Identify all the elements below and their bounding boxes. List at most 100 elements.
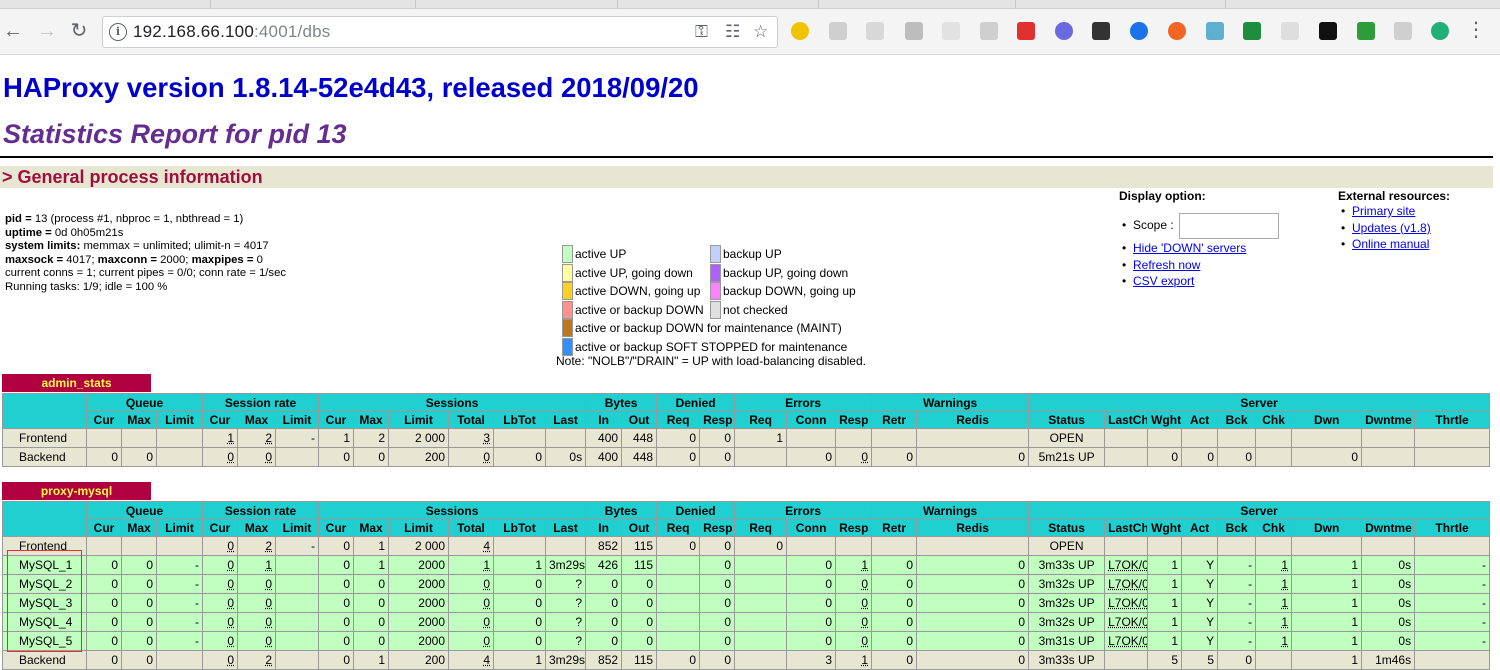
proxy-name[interactable]: admin_stats [2, 374, 151, 392]
hover-detail[interactable]: 1 [1281, 577, 1288, 591]
table-cell[interactable]: 2 [237, 536, 276, 556]
hover-detail[interactable]: 0 [227, 539, 234, 553]
row-name[interactable]: MySQL_5 [2, 631, 87, 651]
forward-arrow-icon[interactable]: → [34, 18, 60, 44]
hover-detail[interactable]: L7OK/0 in 2ms [1108, 596, 1147, 610]
table-cell[interactable]: 0 [237, 612, 276, 632]
table-cell[interactable]: 0 [237, 447, 276, 467]
extension-icon[interactable] [980, 22, 998, 40]
info-icon[interactable]: i [109, 23, 127, 41]
table-cell[interactable]: 0 [202, 574, 238, 594]
proxy-name[interactable]: proxy-mysql [2, 482, 151, 500]
table-cell[interactable]: 1 [1255, 631, 1293, 651]
hover-detail[interactable]: 0 [227, 450, 234, 464]
hover-detail[interactable]: 0 [265, 450, 272, 464]
extension-icon[interactable] [1319, 22, 1337, 40]
table-cell[interactable]: 4 [448, 536, 494, 556]
browser-tab[interactable] [617, 0, 618, 9]
hover-detail[interactable]: 0 [861, 634, 868, 648]
hover-detail[interactable]: 1 [265, 558, 272, 572]
extension-icon[interactable] [1168, 22, 1186, 40]
hover-detail[interactable]: 0 [861, 615, 868, 629]
hover-detail[interactable]: L7OK/0 in 0ms [1108, 634, 1147, 648]
table-cell[interactable]: 0 [237, 631, 276, 651]
table-cell[interactable]: 0 [835, 612, 873, 632]
hover-detail[interactable]: 0 [227, 596, 234, 610]
csv-export-link[interactable]: CSV export [1133, 274, 1194, 288]
browser-tab[interactable] [818, 0, 819, 9]
row-name[interactable]: Backend [2, 447, 87, 467]
hover-detail[interactable]: 0 [483, 596, 490, 610]
browser-menu-icon[interactable]: ⋮ [1466, 19, 1486, 41]
extension-icon[interactable] [1431, 22, 1449, 40]
hover-detail[interactable]: L7OK/0 in 0ms [1108, 577, 1147, 591]
hover-detail[interactable]: 0 [265, 615, 272, 629]
table-cell[interactable]: L7OK/0 in 0ms [1104, 631, 1149, 651]
hover-detail[interactable]: 1 [1281, 558, 1288, 572]
hover-detail[interactable]: 1 [1281, 615, 1288, 629]
browser-tab[interactable] [1225, 0, 1226, 9]
table-cell[interactable]: 0 [237, 593, 276, 613]
address-bar[interactable]: i 192.168.66.100:4001/dbs ⚿ ☷ ☆ [102, 16, 778, 48]
table-cell[interactable]: 1 [835, 555, 873, 575]
table-cell[interactable]: 4 [448, 650, 494, 670]
table-cell[interactable]: 0 [202, 447, 238, 467]
table-cell[interactable]: 0 [835, 631, 873, 651]
hover-detail[interactable]: 0 [265, 577, 272, 591]
table-cell[interactable]: 0 [237, 574, 276, 594]
table-cell[interactable]: 0 [202, 536, 238, 556]
table-cell[interactable]: 1 [1255, 612, 1293, 632]
table-cell[interactable]: 0 [448, 612, 494, 632]
table-cell[interactable]: 3 [448, 428, 494, 448]
hover-detail[interactable]: 1 [861, 653, 868, 667]
hover-detail[interactable]: L7OK/0 in 0ms [1108, 558, 1147, 572]
hover-detail[interactable]: 0 [861, 450, 868, 464]
extension-icon[interactable] [1206, 22, 1224, 40]
table-cell[interactable]: 0 [202, 612, 238, 632]
row-name[interactable]: MySQL_2 [2, 574, 87, 594]
key-icon[interactable]: ⚿ [695, 22, 708, 42]
star-bookmark-icon[interactable]: ☆ [753, 22, 768, 42]
back-arrow-icon[interactable]: ← [0, 18, 26, 44]
extension-icon[interactable] [1130, 22, 1148, 40]
hover-detail[interactable]: 4 [483, 539, 490, 553]
row-name[interactable]: Frontend [2, 536, 87, 556]
row-name[interactable]: Frontend [2, 428, 87, 448]
refresh-link[interactable]: Refresh now [1133, 258, 1200, 272]
table-cell[interactable]: 1 [835, 650, 873, 670]
table-cell[interactable]: 1 [448, 555, 494, 575]
table-cell[interactable]: L7OK/0 in 0ms [1104, 574, 1149, 594]
hover-detail[interactable]: 0 [483, 577, 490, 591]
hover-detail[interactable]: 0 [227, 653, 234, 667]
browser-tab[interactable] [1015, 0, 1016, 9]
extension-icon[interactable] [1092, 22, 1110, 40]
hover-detail[interactable]: 1 [1281, 596, 1288, 610]
row-name[interactable]: MySQL_1 [2, 555, 87, 575]
extension-icon[interactable] [1281, 22, 1299, 40]
table-cell[interactable]: 0 [835, 574, 873, 594]
hover-detail[interactable]: 0 [227, 558, 234, 572]
table-cell[interactable]: 0 [835, 593, 873, 613]
hover-detail[interactable]: 2 [265, 431, 272, 445]
translate-icon[interactable]: ☷ [725, 22, 740, 42]
table-cell[interactable]: 1 [1255, 574, 1293, 594]
hover-detail[interactable]: 2 [265, 539, 272, 553]
extension-icon[interactable] [942, 22, 960, 40]
table-cell[interactable]: 2 [237, 428, 276, 448]
browser-tab[interactable] [210, 0, 211, 9]
table-cell[interactable]: 0 [448, 593, 494, 613]
table-cell[interactable]: 1 [1255, 555, 1293, 575]
table-cell[interactable]: 0 [202, 650, 238, 670]
extension-icon[interactable] [866, 22, 884, 40]
updates-link[interactable]: Updates (v1.8) [1352, 221, 1431, 235]
extension-icon[interactable] [1394, 22, 1412, 40]
table-cell[interactable]: L7OK/0 in 2ms [1104, 593, 1149, 613]
extension-icon[interactable] [1055, 22, 1073, 40]
extension-icon[interactable] [829, 22, 847, 40]
primary-site-link[interactable]: Primary site [1352, 204, 1415, 218]
hover-detail[interactable]: 0 [483, 615, 490, 629]
hover-detail[interactable]: 1 [227, 431, 234, 445]
hover-detail[interactable]: 2 [265, 653, 272, 667]
online-manual-link[interactable]: Online manual [1352, 237, 1429, 251]
hover-detail[interactable]: 0 [227, 577, 234, 591]
